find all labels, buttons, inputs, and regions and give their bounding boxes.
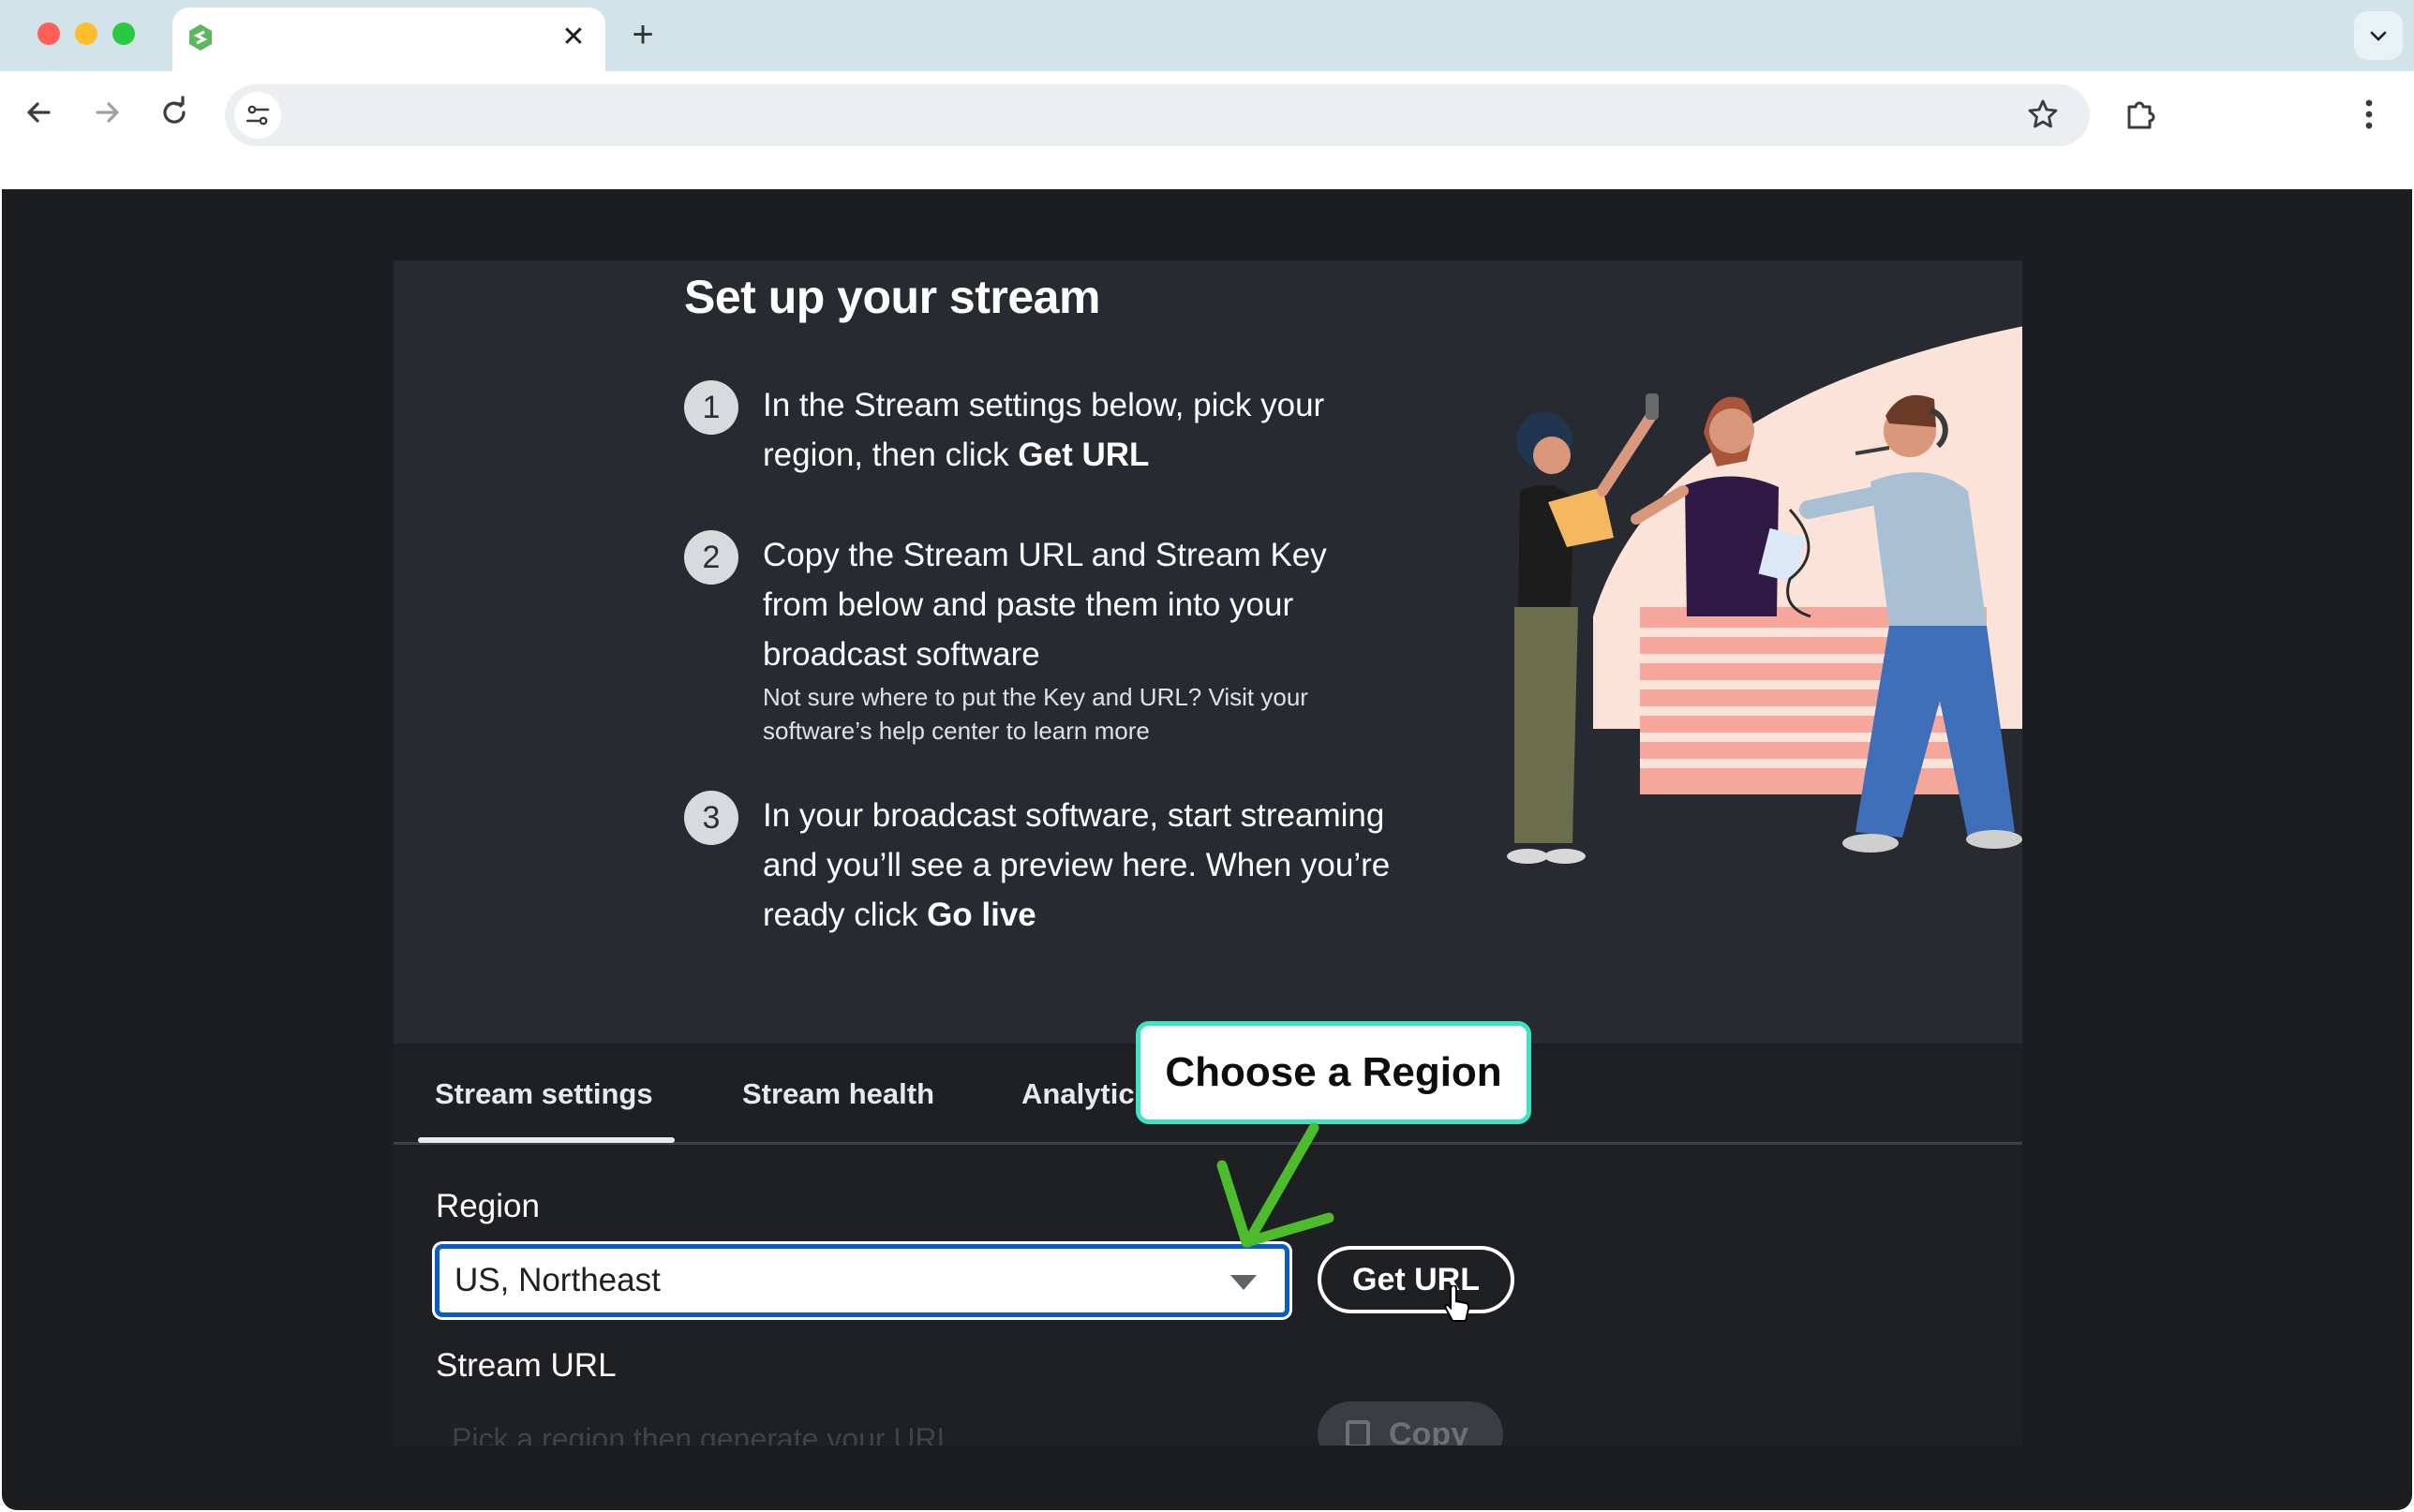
tune-icon: [246, 105, 270, 126]
team-illustration: [1507, 326, 2022, 864]
window-minimize-button[interactable]: [75, 22, 97, 45]
address-bar[interactable]: [225, 84, 2090, 146]
extensions-puzzle-icon[interactable]: [2122, 96, 2159, 133]
step-help-note: Not sure where to put the Key and URL? V…: [763, 683, 1308, 745]
back-arrow-icon[interactable]: [21, 94, 58, 131]
setup-hero: Set up your stream 1 In the Stream setti…: [394, 260, 2022, 1044]
new-tab-button[interactable]: +: [624, 16, 662, 54]
step-text: Copy the Stream URL and Stream Key from …: [763, 537, 1327, 673]
annotation-arrow-icon: [1216, 1122, 1334, 1248]
active-tab-indicator: [418, 1137, 675, 1143]
tab-stream-settings[interactable]: Stream settings: [435, 1077, 653, 1111]
step-text: In your broadcast software, start stream…: [763, 797, 1391, 933]
reload-icon[interactable]: [156, 94, 193, 131]
caret-down-icon: [1230, 1275, 1257, 1290]
region-select-value: US, Northeast: [454, 1262, 661, 1298]
stream-setup-panel: Set up your stream 1 In the Stream setti…: [394, 260, 2022, 1445]
browser-toolbar: [0, 71, 2414, 156]
tab-stream-health[interactable]: Stream health: [742, 1077, 934, 1111]
step-number: 1: [684, 380, 738, 435]
copy-icon: [1346, 1420, 1370, 1445]
step-number: 2: [684, 530, 738, 585]
green-hexagon-logo-icon: [189, 24, 212, 51]
annotation-callout-text: Choose a Region: [1165, 1049, 1502, 1095]
browser-tabstrip: ✕ +: [0, 0, 2414, 71]
region-select[interactable]: US, Northeast: [435, 1244, 1289, 1317]
window-close-button[interactable]: [37, 22, 60, 45]
hand-pointer-cursor-icon: [1444, 1285, 1470, 1322]
site-info-button[interactable]: [234, 92, 281, 139]
step-text: In the Stream settings below, pick your …: [763, 387, 1325, 473]
bookmark-star-icon[interactable]: [2026, 97, 2060, 131]
region-label: Region: [436, 1188, 540, 1224]
tab-close-icon[interactable]: ✕: [559, 22, 589, 52]
stream-url-placeholder: Pick a region then generate your URL: [452, 1422, 954, 1445]
tab-analytics[interactable]: Analytics: [1021, 1077, 1151, 1111]
more-vert-icon[interactable]: [2362, 96, 2377, 133]
browser-tab-active[interactable]: ✕: [172, 7, 605, 71]
step-number: 3: [684, 791, 738, 845]
annotation-callout: Choose a Region: [1136, 1021, 1531, 1124]
chevron-down-icon: [2370, 31, 2387, 41]
tab-search-button[interactable]: [2354, 11, 2403, 60]
window-zoom-button[interactable]: [112, 22, 135, 45]
stream-url-label: Stream URL: [436, 1347, 617, 1384]
forward-arrow-icon[interactable]: [88, 94, 126, 131]
copy-button-label: Copy: [1389, 1416, 1468, 1445]
copy-url-button[interactable]: Copy: [1318, 1401, 1503, 1445]
page-title: Set up your stream: [684, 271, 1100, 323]
